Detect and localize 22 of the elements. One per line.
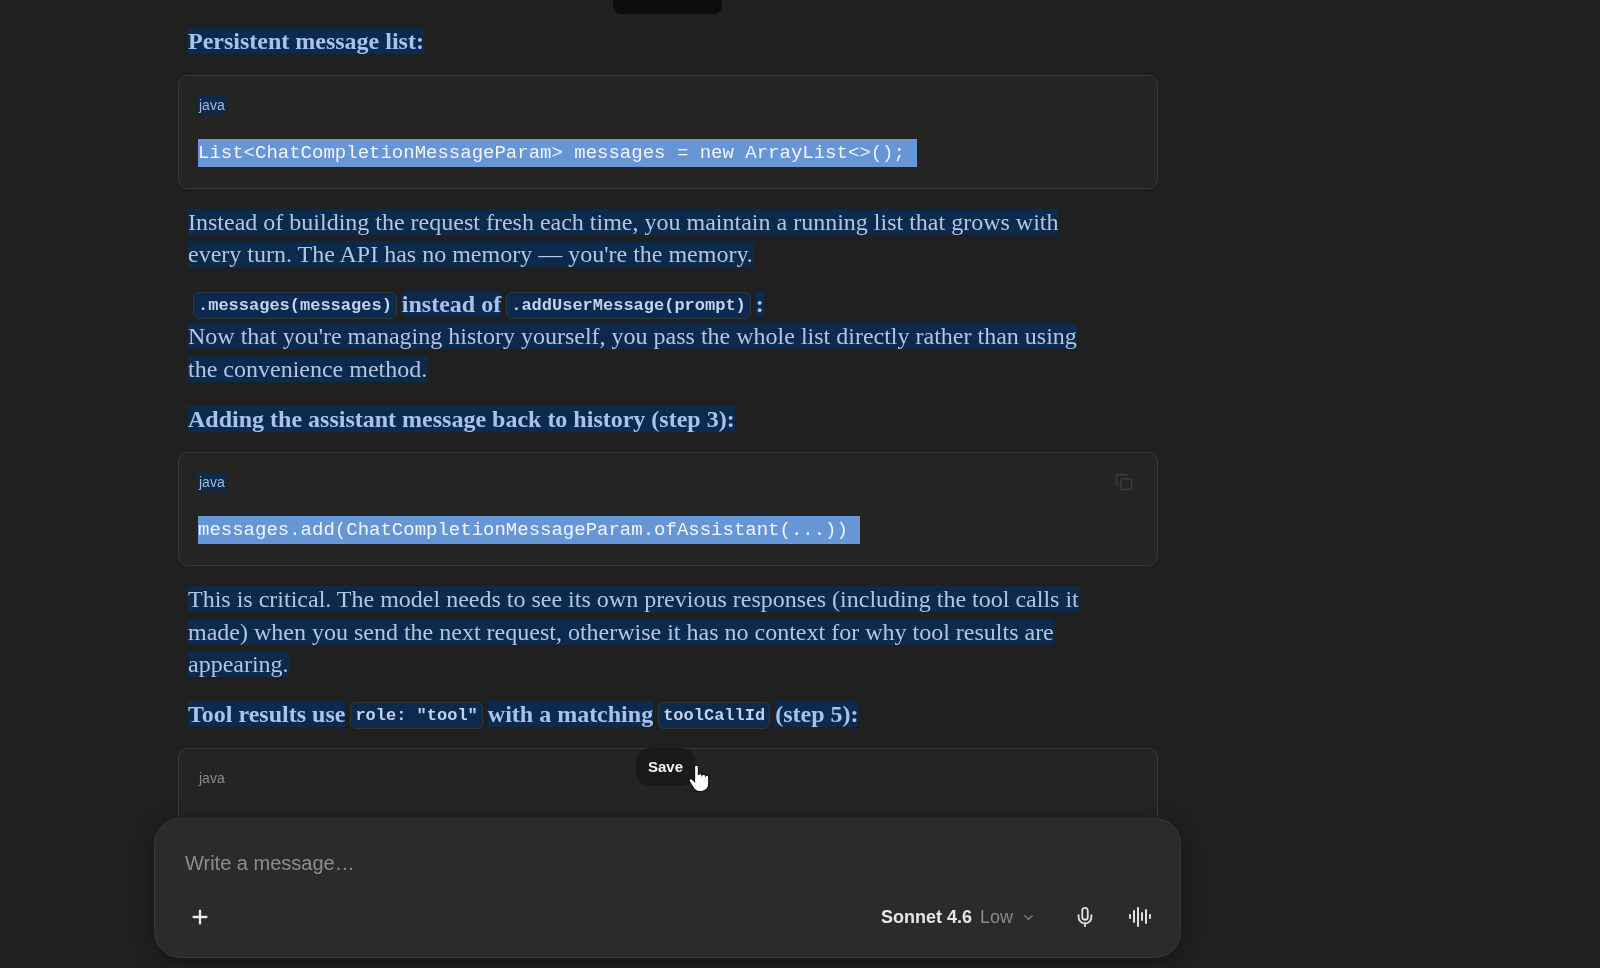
hand-cursor-icon (688, 764, 710, 793)
inline-code: .addUserMessage(prompt) (506, 291, 751, 319)
language-label: java (198, 95, 226, 114)
heading-text: : (755, 290, 764, 317)
paragraph-text: Now that you're managing history yourself, you pass the whole list directly rather than using the convenience method. (188, 322, 1078, 384)
model-selector[interactable]: Sonnet 4.6 Low (874, 899, 1042, 935)
heading-text: instead of (401, 290, 502, 317)
paragraph-text: Instead of building the request fresh each time, you maintain a running list that grows with every turn. The API has no memory — you're the memory. (188, 207, 1060, 270)
save-tooltip: Save (636, 748, 696, 786)
heading-text: Tool results use (188, 700, 346, 727)
language-label: java (198, 473, 226, 492)
message-input[interactable]: Write a message… (185, 849, 1150, 877)
heading-text: Persistent message list: (188, 28, 424, 54)
heading-text: (step 5): (775, 700, 859, 727)
heading-text: with a matching (487, 700, 654, 727)
heading-text: Adding the assistant message back to history (step 3): (188, 405, 735, 432)
inline-code: .messages(messages) (193, 291, 397, 319)
inline-code: toolCallId (658, 701, 771, 729)
language-label: java (198, 768, 226, 787)
inline-code: role: "tool" (350, 701, 483, 729)
waveform-icon (1128, 905, 1152, 929)
paragraph-text: This is critical. The model needs to see its own previous responses (including the tool calls it made) when you send the next request, otherwise it has no context for why tool results are appearing. (188, 585, 1080, 680)
